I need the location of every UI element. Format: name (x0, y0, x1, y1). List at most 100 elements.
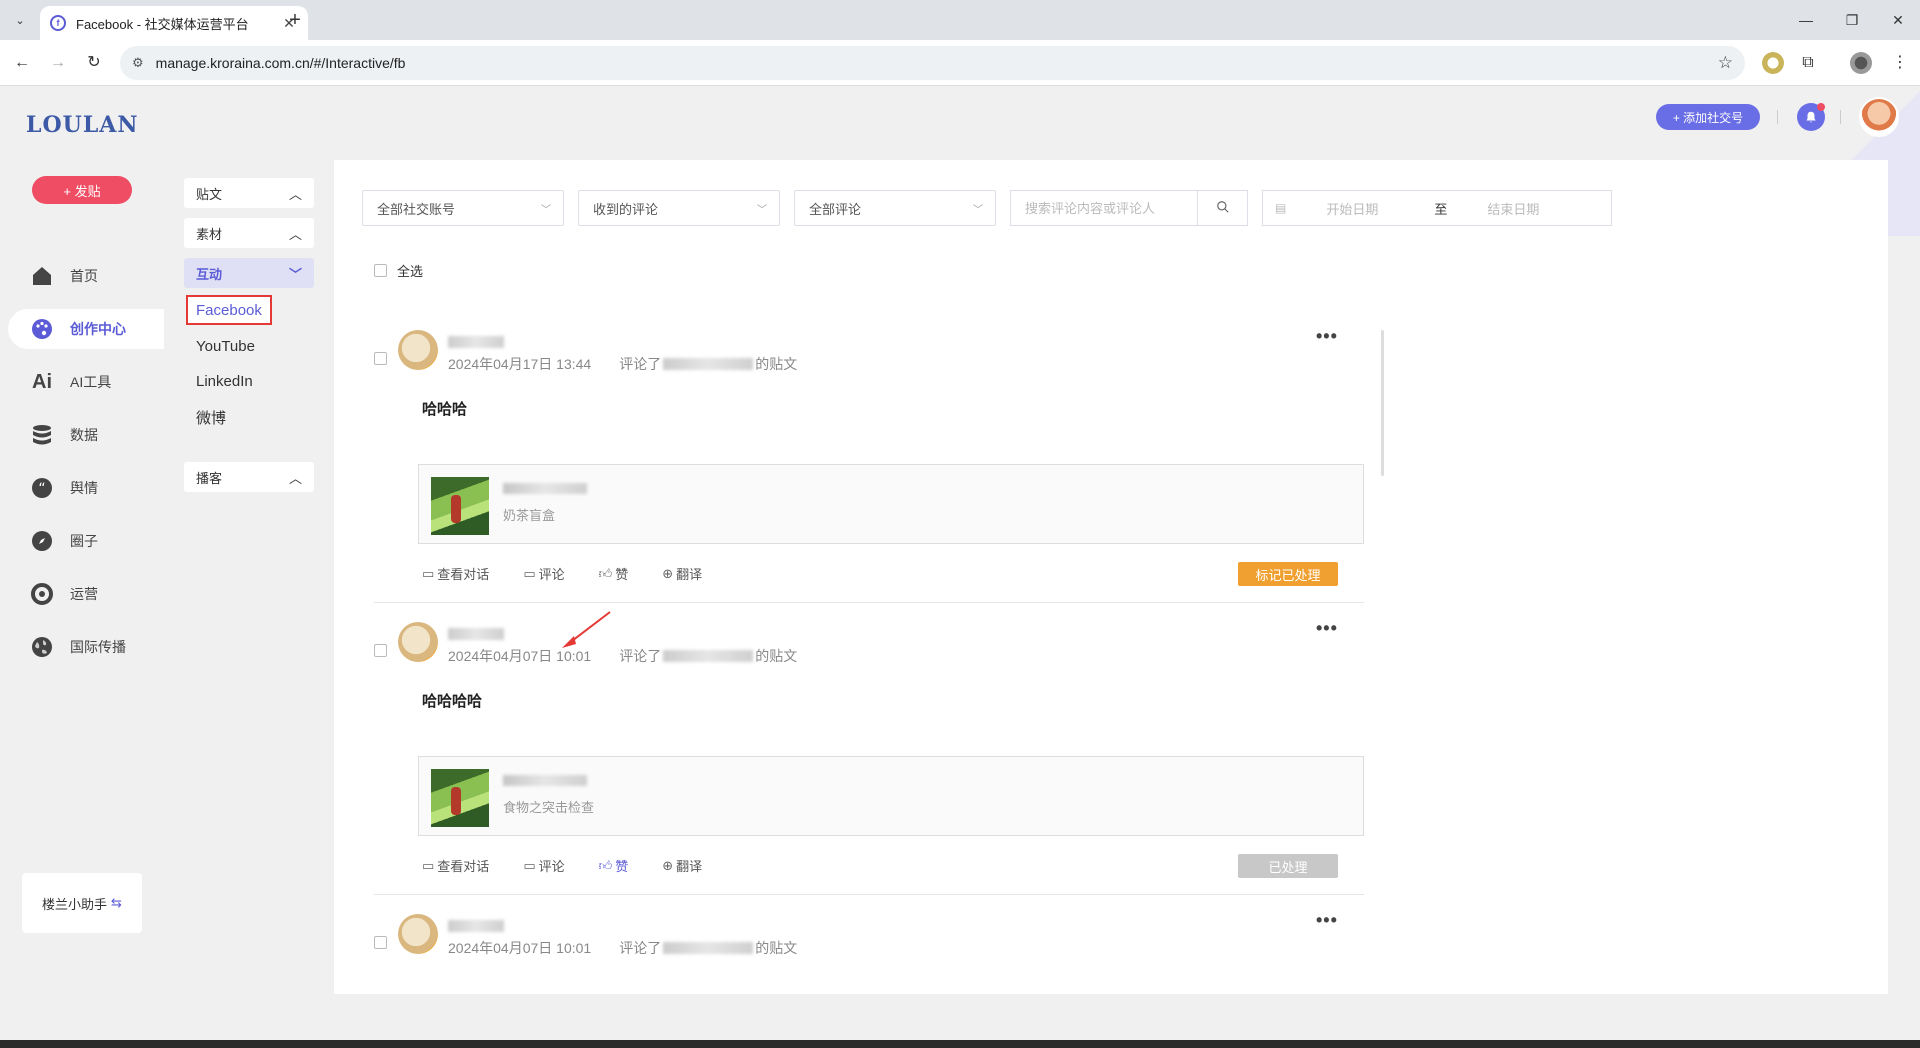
nav-item-circle[interactable]: 圈子 (8, 521, 164, 561)
divider (1777, 110, 1778, 124)
thumbs-up-icon: 👍︎ (598, 565, 613, 581)
nav-item-operation[interactable]: 运营 (8, 574, 164, 614)
comment-checkbox[interactable] (374, 352, 387, 365)
tab-search-icon[interactable]: ⌄ (8, 8, 32, 32)
subnav-group-interaction[interactable]: 互动 ﹀ (184, 258, 314, 288)
profile-icon[interactable] (1850, 52, 1872, 74)
subnav-group-label: 贴文 (196, 186, 223, 202)
url-text[interactable]: manage.kroraina.com.cn/#/Interactive/fb (156, 55, 406, 71)
add-social-account-button[interactable]: + 添加社交号 (1656, 104, 1760, 130)
new-tab-button[interactable]: + (283, 8, 307, 32)
chevron-down-icon: ﹀ (288, 266, 302, 282)
like-button[interactable]: 👍︎ 赞 (599, 856, 629, 875)
assistant-button[interactable]: 楼兰小助手 ⇆ (22, 873, 142, 933)
thumbs-up-icon: 👍︎ (598, 857, 613, 873)
nav-item-data[interactable]: 数据 (8, 415, 164, 455)
subnav-link-youtube[interactable]: YouTube (188, 331, 263, 361)
left-nav: LOULAN + 发贴 首页 创作中心 Ai AI工具 数据 “ 舆情 圈子 运… (0, 86, 164, 1040)
nav-label: 舆情 (70, 480, 98, 496)
reload-icon[interactable]: ↻ (82, 51, 106, 75)
swap-icon: ⇆ (111, 895, 122, 910)
search-button[interactable] (1197, 191, 1247, 225)
chat-bubble-icon: ▭ (422, 857, 435, 873)
view-thread-label: 查看对话 (437, 567, 490, 582)
comment-checkbox[interactable] (374, 936, 387, 949)
scope-filter-select[interactable]: 全部评论 ﹀ (794, 190, 996, 226)
nav-item-home[interactable]: 首页 (8, 256, 164, 296)
post-button[interactable]: + 发贴 (32, 176, 132, 204)
nav-label: 国际传播 (70, 639, 126, 655)
subnav-group-label: 播客 (196, 470, 223, 486)
commenter-name-blurred (448, 628, 504, 640)
subnav-link-facebook[interactable]: Facebook (186, 295, 272, 325)
type-filter-value: 收到的评论 (593, 201, 659, 217)
post-title-blurred (503, 483, 587, 494)
date-separator: 至 (1434, 201, 1448, 217)
subnav-link-linkedin[interactable]: LinkedIn (188, 366, 261, 396)
sub-nav: 贴文 ︿ 素材 ︿ 互动 ﹀ Facebook YouTube LinkedIn… (164, 86, 334, 1040)
nav-label: 圈子 (70, 533, 98, 549)
subnav-group-podcast[interactable]: 播客 ︿ (184, 462, 314, 492)
commenter-avatar (398, 622, 438, 662)
nav-label: 运营 (70, 586, 98, 602)
user-avatar[interactable] (1859, 97, 1899, 137)
post-title-blurred (503, 775, 587, 786)
extensions-puzzle-icon[interactable]: ⧉ (1796, 51, 1820, 75)
nav-label: AI工具 (70, 374, 112, 390)
post-suffix: 的贴文 (755, 648, 798, 664)
start-date-input[interactable]: 开始日期 (1326, 199, 1406, 218)
restore-button[interactable]: ❐ (1832, 6, 1872, 34)
extension-icon[interactable] (1762, 52, 1784, 74)
account-filter-select[interactable]: 全部社交账号 ﹀ (362, 190, 564, 226)
more-options-icon[interactable]: ••• (1316, 910, 1338, 931)
post-thumbnail (431, 477, 489, 535)
processed-status-button[interactable]: 已处理 (1238, 854, 1338, 878)
site-info-icon[interactable]: ⚙ (132, 55, 144, 71)
more-options-icon[interactable]: ••• (1316, 618, 1338, 639)
nav-item-ai-tools[interactable]: Ai AI工具 (8, 362, 164, 402)
date-range-picker[interactable]: ▤ 开始日期 至 结束日期 (1262, 190, 1612, 226)
commenter-avatar (398, 330, 438, 370)
translate-button[interactable]: ⊕ 翻译 (662, 856, 702, 875)
select-all[interactable]: 全选 (374, 261, 423, 280)
post-author-blurred (663, 942, 754, 954)
nav-item-public-opinion[interactable]: “ 舆情 (8, 468, 164, 508)
end-date-input[interactable]: 结束日期 (1487, 199, 1539, 218)
close-window-button[interactable]: ✕ (1878, 6, 1918, 34)
comment-content: 哈哈哈 (422, 401, 468, 418)
subnav-group-label: 素材 (196, 226, 223, 242)
item-separator (374, 602, 1364, 603)
forward-icon[interactable]: → (46, 51, 70, 75)
view-thread-button[interactable]: ▭ 查看对话 (422, 564, 489, 583)
comment-content: 哈哈哈哈 (422, 693, 483, 710)
select-all-checkbox[interactable] (374, 264, 387, 277)
search-input[interactable] (1011, 191, 1197, 225)
subnav-group-posts[interactable]: 贴文 ︿ (184, 178, 314, 208)
url-bar[interactable]: ⚙ manage.kroraina.com.cn/#/Interactive/f… (120, 46, 1745, 80)
browser-tab[interactable]: f Facebook - 社交媒体运营平台 ✕ (40, 6, 308, 40)
nav-item-creation-center[interactable]: 创作中心 (8, 309, 164, 349)
quote-icon: “ (30, 476, 54, 500)
view-thread-button[interactable]: ▭ 查看对话 (422, 856, 489, 875)
type-filter-select[interactable]: 收到的评论 ﹀ (578, 190, 780, 226)
subnav-group-materials[interactable]: 素材 ︿ (184, 218, 314, 248)
reply-button[interactable]: ▭ 评论 (523, 856, 564, 875)
mark-processed-button[interactable]: 标记已处理 (1238, 562, 1338, 586)
bookmark-star-icon[interactable]: ☆ (1718, 53, 1733, 73)
translate-button[interactable]: ⊕ 翻译 (662, 564, 702, 583)
more-options-icon[interactable]: ••• (1316, 330, 1338, 347)
comment-list: 2024年04月17日 13:44 评论了 的贴文 ••• 哈哈哈 奶茶盲盒 ▭… (334, 330, 1388, 994)
operation-icon (30, 582, 54, 606)
back-icon[interactable]: ← (10, 51, 34, 75)
referenced-post-card[interactable]: 奶茶盲盒 (418, 464, 1364, 544)
like-button[interactable]: 👍︎ 赞 (599, 564, 629, 583)
minimize-button[interactable]: — (1786, 6, 1826, 34)
subnav-link-weibo[interactable]: 微博 (188, 402, 234, 432)
comment-checkbox[interactable] (374, 644, 387, 657)
browser-tabbar: ⌄ f Facebook - 社交媒体运营平台 ✕ + — ❐ ✕ (0, 0, 1920, 40)
reply-button[interactable]: ▭ 评论 (523, 564, 564, 583)
browser-menu-icon[interactable]: ⋮ (1888, 51, 1912, 75)
referenced-post-card[interactable]: 食物之突击检查 (418, 756, 1364, 836)
nav-item-international[interactable]: 国际传播 (8, 627, 164, 667)
post-author-blurred (663, 358, 754, 370)
